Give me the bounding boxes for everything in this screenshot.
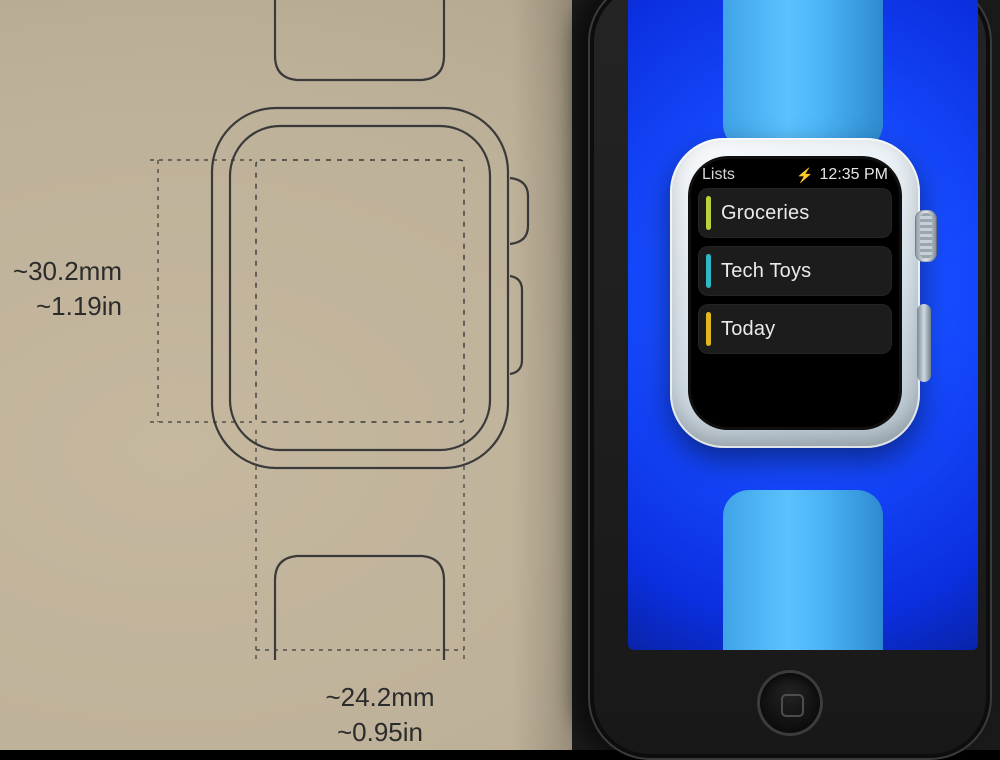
phone-body: Lists ⚡ 12:35 PM Groceries [588, 0, 992, 760]
list-row[interactable]: Today [698, 304, 892, 354]
phone-area: Lists ⚡ 12:35 PM Groceries [572, 0, 1000, 750]
watch-band-bottom [723, 490, 883, 650]
dimension-width: ~24.2mm ~0.95in [290, 680, 470, 750]
home-button[interactable] [757, 670, 823, 736]
dimension-height-mm: ~30.2mm [12, 254, 122, 289]
lists-container: Groceries Tech Toys Today [688, 188, 902, 354]
list-color-bar [706, 196, 711, 230]
list-label: Groceries [721, 202, 810, 225]
list-label: Tech Toys [721, 260, 811, 283]
paper-background: ~30.2mm ~1.19in ~24.2mm ~0.95in [0, 0, 572, 750]
watch-band-top [723, 0, 883, 150]
watch-case: Lists ⚡ 12:35 PM Groceries [670, 138, 920, 448]
rendered-watch: Lists ⚡ 12:35 PM Groceries [648, 0, 958, 640]
watch-outline-drawing [0, 0, 572, 750]
dimension-width-mm: ~24.2mm [290, 680, 470, 715]
status-time: 12:35 PM [820, 166, 888, 184]
list-row[interactable]: Tech Toys [698, 246, 892, 296]
watch-screen[interactable]: Lists ⚡ 12:35 PM Groceries [688, 156, 902, 430]
list-color-bar [706, 312, 711, 346]
list-color-bar [706, 254, 711, 288]
dimension-width-in: ~0.95in [290, 715, 470, 750]
status-title[interactable]: Lists [702, 166, 735, 184]
list-row[interactable]: Groceries [698, 188, 892, 238]
status-bar: Lists ⚡ 12:35 PM [688, 156, 902, 188]
phone-screen[interactable]: Lists ⚡ 12:35 PM Groceries [628, 0, 978, 650]
dimension-height: ~30.2mm ~1.19in [12, 254, 122, 324]
digital-crown[interactable] [915, 210, 937, 262]
dimension-height-in: ~1.19in [12, 289, 122, 324]
side-button[interactable] [917, 304, 931, 382]
charging-icon: ⚡ [796, 167, 813, 184]
list-label: Today [721, 318, 775, 341]
